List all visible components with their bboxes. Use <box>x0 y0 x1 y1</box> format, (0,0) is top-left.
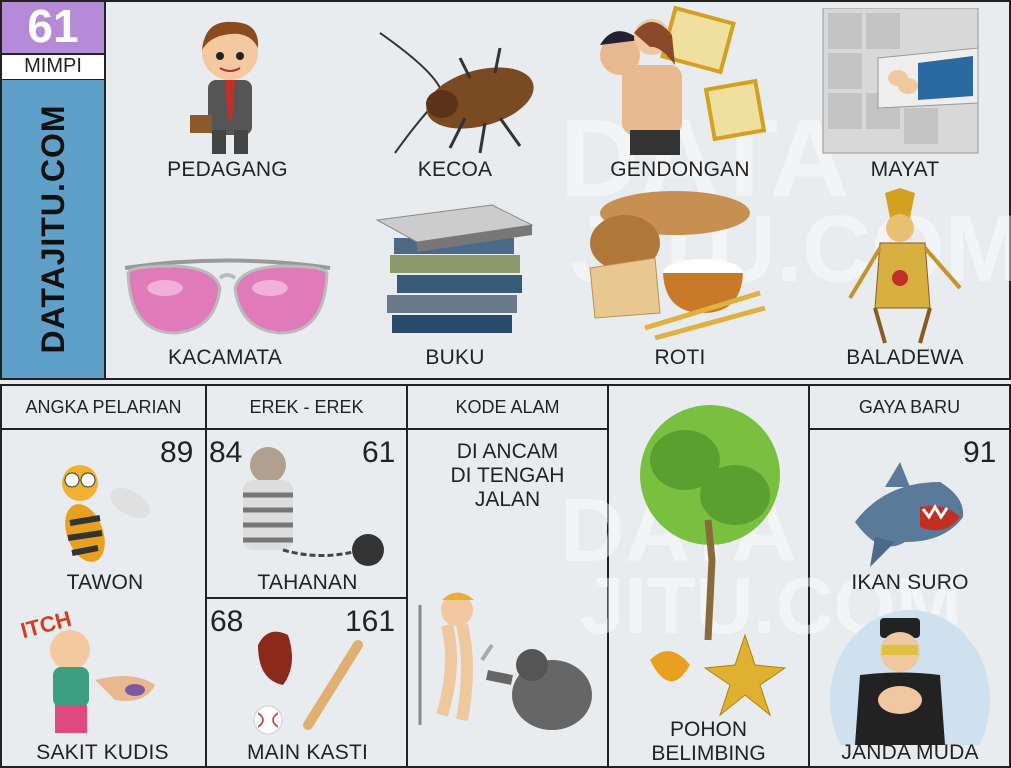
erek-label-tahanan: TAHANAN <box>257 571 358 594</box>
widow-icon <box>830 610 990 745</box>
starfruit-tree-icon <box>640 405 787 717</box>
kode-line-1: DI ANCAM <box>456 440 559 463</box>
itch-icon: ITCH <box>18 606 155 733</box>
pelarian-number: 89 <box>160 436 194 469</box>
gaya-label-janda-muda: JANDA MUDA <box>841 741 979 764</box>
gaya-label-ikan-suro: IKAN SURO <box>851 571 969 594</box>
erek-num-left-2: 68 <box>210 605 244 638</box>
corpse-icon <box>822 8 979 154</box>
top-label-pedagang: PEDAGANG <box>167 158 288 181</box>
cockroach-icon <box>379 32 534 154</box>
shark-icon <box>855 462 964 567</box>
header-kode-alam: KODE ALAM <box>455 396 560 417</box>
books-icon <box>375 204 534 333</box>
baseball-icon <box>253 631 363 735</box>
pelarian-label-sakit-kudis: SAKIT KUDIS <box>36 741 169 764</box>
top-label-kecoa: KECOA <box>417 158 493 181</box>
pelarian-label-tawon: TAWON <box>66 571 144 594</box>
pohon-line-2: BELIMBING <box>651 742 766 765</box>
header-gaya-baru: GAYA BARU <box>858 396 961 417</box>
wayang-icon <box>848 188 962 344</box>
sidebar-site: DATAJITU.COM <box>35 104 71 354</box>
kode-line-3: JALAN <box>474 488 541 511</box>
kode-text: DI ANCAM DI TENGAH JALAN <box>408 440 607 512</box>
prisoner-icon <box>243 447 384 566</box>
sidebar-number: 61 <box>27 0 79 52</box>
top-label-mayat: MAYAT <box>870 158 940 181</box>
top-label-baladewa: BALADEWA <box>846 346 964 369</box>
bread-icon <box>589 191 766 341</box>
header-angka-pelarian: ANGKA PELARIAN <box>25 396 182 417</box>
threat-icon <box>418 592 592 730</box>
erek-label-main-kasti: MAIN KASTI <box>246 741 369 764</box>
sidebar-subtitle: MIMPI <box>24 55 82 77</box>
pohon-text: POHON BELIMBING <box>609 718 808 766</box>
merchant-icon <box>190 21 259 154</box>
top-label-buku: BUKU <box>425 346 485 369</box>
kode-line-2: DI TENGAH <box>450 464 565 487</box>
top-label-kacamata: KACAMATA <box>167 346 282 369</box>
piggyback-icon <box>600 5 767 155</box>
sunglasses-icon <box>124 258 331 335</box>
header-erek-erek: EREK - EREK <box>249 396 364 417</box>
pohon-line-1: POHON <box>669 718 747 741</box>
bee-icon <box>62 465 150 562</box>
top-label-roti: ROTI <box>654 346 706 369</box>
top-label-gendongan: GENDONGAN <box>610 158 750 181</box>
